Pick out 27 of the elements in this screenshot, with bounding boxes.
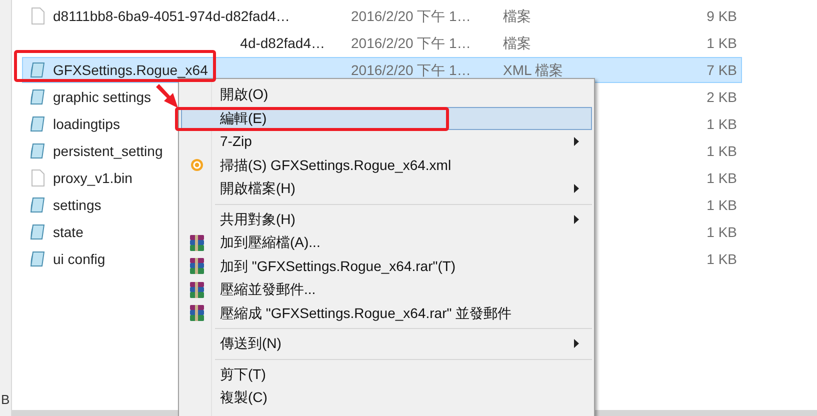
- date-modified: 2016/2/20 下午 1…: [351, 8, 471, 24]
- file-size: 1 KB: [706, 250, 737, 268]
- sidebar-text: B: [0, 393, 11, 406]
- file-size: 7 KB: [706, 60, 737, 80]
- date-modified: 2016/2/20 下午 1…: [351, 34, 471, 50]
- file-size: 9 KB: [706, 6, 737, 26]
- file-name: loadingtips: [53, 116, 120, 132]
- file-size: 1 KB: [706, 34, 737, 52]
- file-type: XML 檔案: [503, 62, 564, 78]
- file-type: 檔案: [503, 34, 531, 50]
- file-type: 檔案: [503, 8, 531, 24]
- file-name: d8111bb8-6ba9-4051-974d-d82fad4…: [53, 8, 290, 24]
- file-size: 1 KB: [706, 114, 737, 134]
- file-name: state: [53, 224, 84, 240]
- file-name: graphic settings: [53, 89, 152, 105]
- file-size: 1 KB: [706, 196, 737, 214]
- file-size: 1 KB: [706, 222, 737, 242]
- file-name: 4d-d82fad4…: [240, 35, 325, 51]
- file-size: 2 KB: [706, 88, 737, 106]
- date-modified: 2016/2/20 下午 1…: [351, 62, 471, 78]
- file-size: 1 KB: [706, 168, 737, 188]
- file-name: proxy_v1.bin: [53, 170, 132, 186]
- file-size: 1 KB: [706, 142, 737, 160]
- file-name: ui config: [53, 251, 106, 267]
- file-name: persistent_setting: [53, 143, 163, 159]
- file-name: settings: [53, 197, 102, 213]
- file-name: GFXSettings.Rogue_x64: [53, 62, 208, 78]
